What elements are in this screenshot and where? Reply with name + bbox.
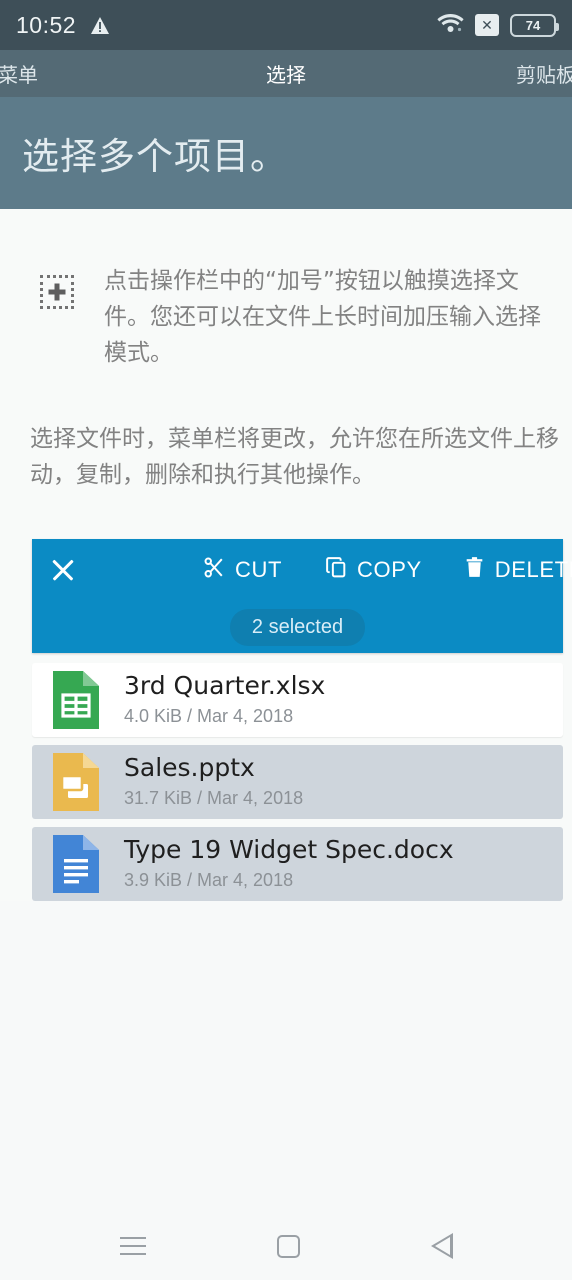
action-bar-row: CUT COPY DELET <box>32 539 572 601</box>
cut-label: CUT <box>235 557 283 582</box>
cut-button[interactable]: CUT <box>202 555 282 586</box>
status-bar-clock: 10:52 <box>16 11 77 38</box>
trash-icon <box>462 555 487 586</box>
delete-label: DELETE <box>494 557 572 582</box>
file-list: 3rd Quarter.xlsx 4.0 KiB / Mar 4, 2018 S… <box>32 663 563 901</box>
selection-action-bar: CUT COPY DELET 2 selected <box>32 539 572 653</box>
status-bar-icons: ✕ 74 <box>437 12 559 38</box>
page-title: 选择多个项目。 <box>22 136 288 177</box>
document-file-icon <box>50 833 102 895</box>
scissors-icon <box>202 555 227 586</box>
file-name: Sales.pptx <box>124 753 255 782</box>
presentation-file-icon <box>50 751 102 813</box>
battery-level-label: 74 <box>525 17 541 33</box>
no-sim-icon: ✕ <box>475 14 499 36</box>
close-selection-button[interactable] <box>50 557 76 583</box>
copy-icon <box>324 555 349 586</box>
file-name: Type 19 Widget Spec.docx <box>124 835 454 864</box>
status-bar: 10:52 ✕ 74 <box>0 0 572 50</box>
add-selection-icon <box>40 275 74 309</box>
home-icon[interactable] <box>276 1234 300 1258</box>
selected-count-chip: 2 selected <box>229 608 366 646</box>
hint-row: 点击操作栏中的“加号”按钮以触摸选择文件。您还可以在文件上长时间加压输入选择模式… <box>0 209 572 371</box>
file-list-item[interactable]: 3rd Quarter.xlsx 4.0 KiB / Mar 4, 2018 <box>32 663 563 737</box>
warning-triangle-icon <box>90 16 110 35</box>
page-content: 点击操作栏中的“加号”按钮以触摸选择文件。您还可以在文件上长时间加压输入选择模式… <box>0 209 572 901</box>
file-meta: 4.0 KiB / Mar 4, 2018 <box>124 706 294 726</box>
file-info: Sales.pptx 31.7 KiB / Mar 4, 2018 <box>124 753 303 811</box>
delete-button[interactable]: DELETE <box>462 555 572 586</box>
page-header: 选择多个项目。 <box>0 97 572 209</box>
copy-label: COPY <box>357 557 422 582</box>
copy-button[interactable]: COPY <box>324 555 422 586</box>
hint-paragraph: 点击操作栏中的“加号”按钮以触摸选择文件。您还可以在文件上长时间加压输入选择模式… <box>104 268 541 366</box>
file-meta: 3.9 KiB / Mar 4, 2018 <box>124 870 294 890</box>
spreadsheet-file-icon <box>50 669 102 731</box>
file-list-item[interactable]: Type 19 Widget Spec.docx 3.9 KiB / Mar 4… <box>32 827 563 901</box>
tab-selection[interactable]: 选择 <box>0 59 572 88</box>
file-name: 3rd Quarter.xlsx <box>124 671 326 700</box>
file-list-item[interactable]: Sales.pptx 31.7 KiB / Mar 4, 2018 <box>32 745 563 819</box>
close-icon <box>50 557 76 583</box>
tab-bar: 菜单 选择 剪贴板 <box>0 50 572 97</box>
battery-icon: 74 <box>510 13 559 37</box>
phone-screen: 10:52 ✕ 74 菜单 选择 剪贴板 选择多个项目。 点击操作栏中的“加号”… <box>0 0 572 1280</box>
selection-count-row: 2 selected <box>32 601 563 653</box>
description-paragraph: 选择文件时，菜单栏将更改，允许您在所选文件上移动，复制，删除和执行其他操作。 <box>30 426 559 488</box>
file-info: 3rd Quarter.xlsx 4.0 KiB / Mar 4, 2018 <box>124 671 325 729</box>
tab-clipboard[interactable]: 剪贴板 <box>516 59 572 88</box>
back-icon[interactable] <box>430 1233 453 1259</box>
file-info: Type 19 Widget Spec.docx 3.9 KiB / Mar 4… <box>124 835 454 893</box>
wifi-icon <box>437 12 464 38</box>
file-meta: 31.7 KiB / Mar 4, 2018 <box>124 788 304 808</box>
system-nav-bar <box>0 1212 572 1280</box>
recents-icon[interactable] <box>119 1237 146 1255</box>
